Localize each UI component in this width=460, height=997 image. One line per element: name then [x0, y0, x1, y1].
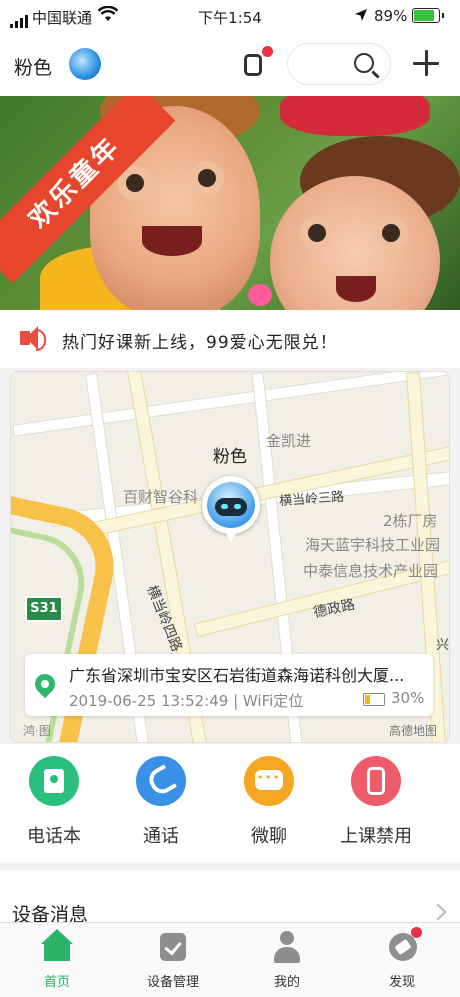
- flower: [248, 284, 272, 306]
- battery-percent: 89%: [374, 7, 408, 25]
- speaker-wave-icon: [36, 329, 46, 351]
- call-label: 通话: [143, 826, 179, 847]
- device-pin-label: 粉色: [213, 447, 247, 467]
- tab-label: 首页: [43, 975, 70, 990]
- address-card[interactable]: 广东省深圳市宝安区石岩街道森海诺科创大厦... 2019-06-25 13:52…: [25, 654, 433, 716]
- search-button[interactable]: [287, 43, 391, 85]
- location-map[interactable]: 金凯进 百财智谷科 横当岭三路 2栋厂房 海天蓝宇科技工业园 中泰信息技术产业园…: [10, 371, 450, 743]
- tab-home[interactable]: 首页: [12, 929, 102, 990]
- call-button[interactable]: 通话: [111, 756, 211, 848]
- location-timestamp: 2019-06-25 13:52:49 | WiFi定位: [69, 692, 304, 710]
- bottom-tab-bar: 首页 设备管理 我的 发现: [0, 922, 460, 997]
- kid-mouth: [142, 226, 202, 256]
- class-mode-button[interactable]: 上课禁用: [326, 756, 426, 848]
- tab-mine[interactable]: 我的: [242, 931, 332, 990]
- speaker-icon: [20, 326, 38, 350]
- map-label: 中泰信息技术产业园: [303, 562, 439, 580]
- map-label: 海天蓝宇科技工业园: [305, 536, 441, 554]
- eye-circle: [374, 216, 408, 250]
- battery-icon: [412, 8, 444, 23]
- chevron-right-icon: [429, 903, 447, 921]
- user-icon: [272, 931, 302, 963]
- phonebook-button[interactable]: 电话本: [4, 756, 104, 848]
- tab-label: 发现: [388, 975, 415, 990]
- tab-label: 我的: [273, 975, 300, 990]
- notification-dot: [262, 46, 273, 57]
- tab-label: 设备管理: [146, 975, 199, 990]
- eye-circle: [300, 216, 334, 250]
- watch-button[interactable]: [232, 42, 274, 88]
- eye-circle: [190, 161, 224, 195]
- map-attribution: 鸿·图: [23, 724, 51, 738]
- search-icon: [354, 53, 374, 73]
- device-messages-row[interactable]: 设备消息: [0, 870, 460, 930]
- class-mode-label: 上课禁用: [340, 826, 412, 847]
- kid-hat: [280, 96, 430, 136]
- home-icon: [41, 929, 73, 961]
- notice-text: 热门好课新上线，99爱心无限兑！: [62, 333, 338, 353]
- phonebook-icon: [29, 756, 79, 806]
- device-name[interactable]: 粉色: [14, 53, 52, 80]
- device-location-pin[interactable]: [202, 476, 260, 542]
- map-label: 2栋厂房: [383, 512, 438, 530]
- phonebook-label: 电话本: [27, 826, 81, 847]
- chat-icon: [244, 756, 294, 806]
- map-label: 百财智谷科: [123, 488, 199, 506]
- device-avatar-icon[interactable]: [69, 48, 101, 80]
- robot-avatar-icon: [207, 482, 255, 528]
- promo-banner[interactable]: 欢乐童年: [0, 96, 460, 310]
- wechat-button[interactable]: 微聊: [219, 756, 319, 848]
- highway-shield-s31: S31: [25, 596, 63, 622]
- add-icon[interactable]: [411, 48, 441, 78]
- phone-icon: [136, 756, 186, 806]
- amap-logo: 高德地图: [389, 724, 438, 738]
- checkbox-icon: [160, 933, 186, 961]
- notification-dot: [411, 927, 422, 938]
- watch-icon: [244, 54, 262, 76]
- map-label: 金凯进: [266, 432, 312, 450]
- wechat-label: 微聊: [251, 826, 287, 847]
- map-road-label: 横当岭三路: [278, 489, 345, 510]
- device-battery-percent: 30%: [391, 689, 425, 707]
- kid-mouth: [336, 276, 376, 302]
- tab-device-management[interactable]: 设备管理: [128, 931, 218, 990]
- tab-discover[interactable]: 发现: [357, 927, 447, 990]
- top-header: 粉色: [0, 34, 460, 96]
- map-pin-icon: [30, 669, 60, 699]
- map-road: [12, 372, 449, 437]
- map-road-label: 兴: [436, 638, 450, 653]
- status-bar: 中国联通 下午1:54 89%: [0, 0, 460, 34]
- watch-icon: [351, 756, 401, 806]
- address-text: 广东省深圳市宝安区石岩街道森海诺科创大厦...: [69, 666, 405, 685]
- device-battery-icon: [363, 693, 385, 706]
- location-arrow-icon: [354, 8, 368, 26]
- notice-bar[interactable]: 热门好课新上线，99爱心无限兑！: [0, 310, 460, 368]
- quick-actions: 电话本 通话 微聊 上课禁用: [0, 744, 460, 862]
